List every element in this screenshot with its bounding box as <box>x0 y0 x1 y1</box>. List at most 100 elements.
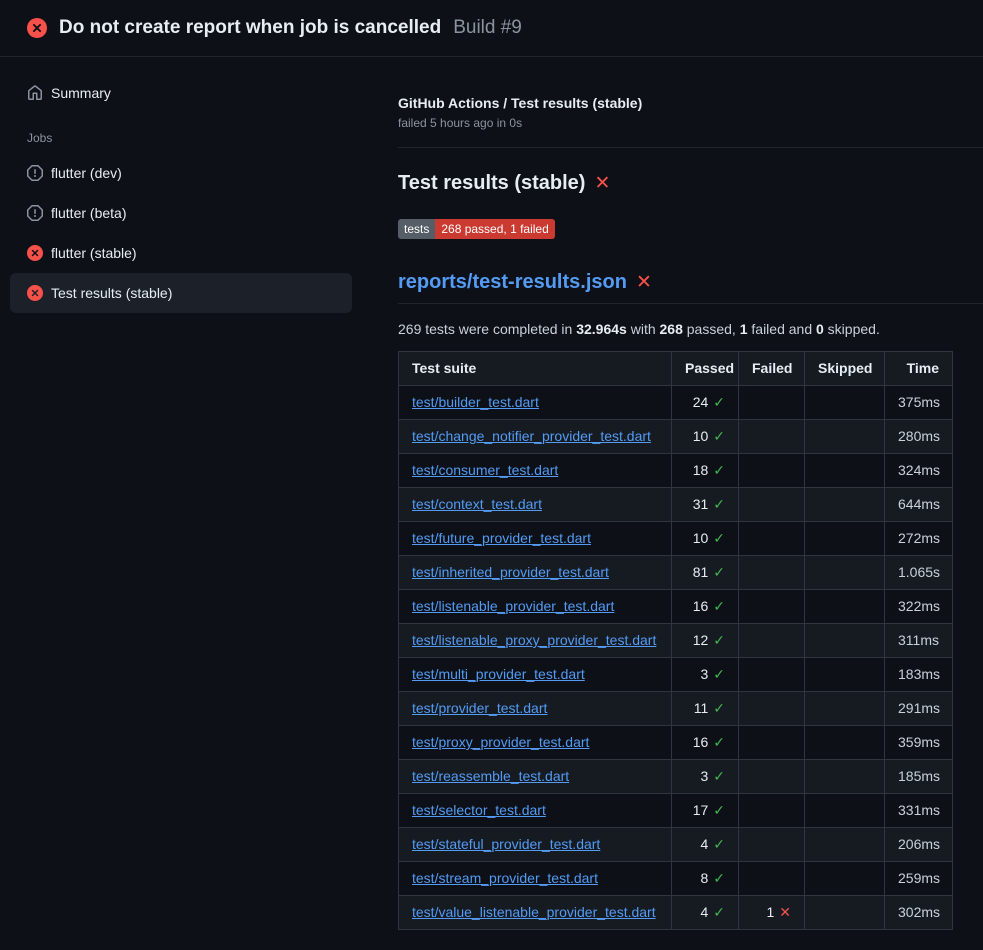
passed-cell: 17✓ <box>672 794 739 828</box>
report-title-row: reports/test-results.json ✕ <box>398 271 983 304</box>
skipped-cell <box>805 794 885 828</box>
test-suite-link[interactable]: test/reassemble_test.dart <box>412 768 569 784</box>
passed-count: 16 <box>693 598 709 614</box>
passed-cell: 81✓ <box>672 556 739 590</box>
sidebar-item-label: flutter (dev) <box>51 163 122 183</box>
sidebar-item-flutter-dev[interactable]: flutter (dev) <box>10 153 352 193</box>
check-icon: ✓ <box>713 530 725 546</box>
test-suite-link[interactable]: test/provider_test.dart <box>412 700 547 716</box>
test-suite-link[interactable]: test/stateful_provider_test.dart <box>412 836 600 852</box>
test-suite-link[interactable]: test/proxy_provider_test.dart <box>412 734 589 750</box>
time-cell: 206ms <box>885 828 953 862</box>
sidebar-item-label: flutter (stable) <box>51 243 137 263</box>
test-suite-cell: test/stream_provider_test.dart <box>399 862 672 896</box>
passed-count: 17 <box>693 802 709 818</box>
failed-cell <box>739 556 805 590</box>
test-suite-link[interactable]: test/selector_test.dart <box>412 802 546 818</box>
check-icon: ✓ <box>713 904 725 920</box>
time-cell: 1.065s <box>885 556 953 590</box>
sidebar-item-label: flutter (beta) <box>51 203 126 223</box>
test-suite-cell: test/reassemble_test.dart <box>399 760 672 794</box>
test-suite-cell: test/stateful_provider_test.dart <box>399 828 672 862</box>
col-header-test-suite: Test suite <box>399 352 672 386</box>
jobs-section-label: Jobs <box>10 113 352 153</box>
passed-count: 10 <box>693 428 709 444</box>
skipped-cell <box>805 420 885 454</box>
skipped-cell <box>805 386 885 420</box>
summary-text: failed and <box>748 321 817 337</box>
table-row: test/change_notifier_provider_test.dart 1… <box>399 420 953 454</box>
run-status: failed 5 hours ago in 0s <box>398 116 983 130</box>
failed-cell <box>739 828 805 862</box>
page-header: Do not create report when job is cancell… <box>0 0 983 57</box>
time-cell: 311ms <box>885 624 953 658</box>
table-row: test/inherited_provider_test.dart 81✓ 1.06… <box>399 556 953 590</box>
passed-count: 4 <box>700 904 708 920</box>
passed-count: 3 <box>700 666 708 682</box>
skipped-cell <box>805 624 885 658</box>
passed-count: 18 <box>693 462 709 478</box>
time-cell: 644ms <box>885 488 953 522</box>
sidebar-item-test-results-stable[interactable]: Test results (stable) <box>10 273 352 313</box>
summary-text: with <box>627 321 660 337</box>
passed-cell: 16✓ <box>672 726 739 760</box>
time-cell: 375ms <box>885 386 953 420</box>
time-cell: 331ms <box>885 794 953 828</box>
report-link[interactable]: reports/test-results.json <box>398 271 627 294</box>
check-icon: ✓ <box>713 394 725 410</box>
test-suite-link[interactable]: test/future_provider_test.dart <box>412 530 591 546</box>
skipped-cell <box>805 522 885 556</box>
col-header-time: Time <box>885 352 953 386</box>
failed-cell <box>739 726 805 760</box>
passed-count: 12 <box>693 632 709 648</box>
test-suite-link[interactable]: test/listenable_proxy_provider_test.dart <box>412 632 656 648</box>
test-suite-link[interactable]: test/multi_provider_test.dart <box>412 666 585 682</box>
test-suite-link[interactable]: test/value_listenable_provider_test.dart <box>412 904 656 920</box>
test-suite-link[interactable]: test/context_test.dart <box>412 496 542 512</box>
check-icon: ✓ <box>713 700 725 716</box>
col-header-failed: Failed <box>739 352 805 386</box>
time-cell: 259ms <box>885 862 953 896</box>
badge-label: tests <box>398 219 435 239</box>
test-suite-link[interactable]: test/stream_provider_test.dart <box>412 870 598 886</box>
failed-cell <box>739 522 805 556</box>
skipped-cell <box>805 590 885 624</box>
table-row: test/provider_test.dart11✓291ms <box>399 692 953 726</box>
failed-cell <box>739 420 805 454</box>
sidebar-item-flutter-beta[interactable]: flutter (beta) <box>10 193 352 233</box>
build-number: Build #9 <box>453 17 522 39</box>
check-icon: ✓ <box>713 836 725 852</box>
check-icon: ✓ <box>713 496 725 512</box>
divider <box>398 147 983 148</box>
failed-icon <box>27 285 43 301</box>
test-suite-link[interactable]: test/inherited_provider_test.dart <box>412 564 609 580</box>
failed-cell <box>739 624 805 658</box>
summary-text: skipped. <box>824 321 880 337</box>
sidebar-item-summary[interactable]: Summary <box>10 73 352 113</box>
test-suite-link[interactable]: test/listenable_provider_test.dart <box>412 598 614 614</box>
breadcrumb: GitHub Actions / Test results (stable) <box>398 95 983 111</box>
failed-cell <box>739 488 805 522</box>
page-body: Summary Jobs flutter (dev) flutter (beta)… <box>0 57 983 930</box>
skipped-cell <box>805 488 885 522</box>
summary-text: passed, <box>683 321 740 337</box>
failed-cell <box>739 692 805 726</box>
summary-value: 1 <box>740 321 748 337</box>
col-header-passed: Passed <box>672 352 739 386</box>
x-icon: ✕ <box>779 904 791 920</box>
test-suite-link[interactable]: test/consumer_test.dart <box>412 462 558 478</box>
check-icon: ✓ <box>713 632 725 648</box>
summary-value: 268 <box>660 321 683 337</box>
passed-cell: 11✓ <box>672 692 739 726</box>
test-suite-cell: test/change_notifier_provider_test.dart <box>399 420 672 454</box>
section-title: Test results (stable) <box>398 172 585 195</box>
time-cell: 280ms <box>885 420 953 454</box>
passed-cell: 18✓ <box>672 454 739 488</box>
passed-count: 16 <box>693 734 709 750</box>
test-suite-link[interactable]: test/change_notifier_provider_test.dart <box>412 428 651 444</box>
fail-x-icon: ✕ <box>594 174 610 193</box>
test-suite-link[interactable]: test/builder_test.dart <box>412 394 539 410</box>
table-header-row: Test suite Passed Failed Skipped Time <box>399 352 953 386</box>
sidebar-item-flutter-stable[interactable]: flutter (stable) <box>10 233 352 273</box>
table-row: test/selector_test.dart 17✓ 331ms <box>399 794 953 828</box>
